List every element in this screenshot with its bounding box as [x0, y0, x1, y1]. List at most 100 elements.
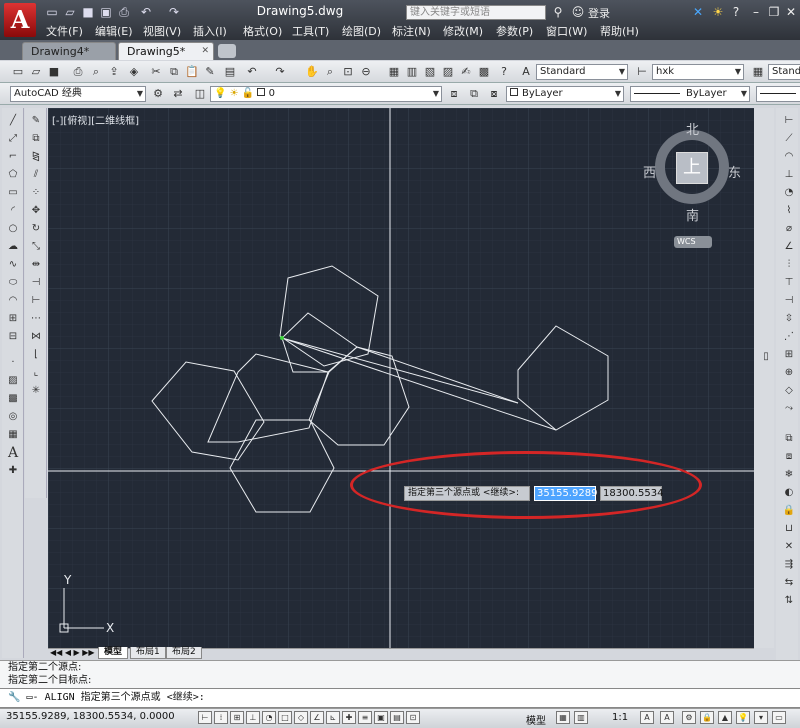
layer-merge-icon[interactable]: ⊔: [781, 522, 797, 536]
explode-icon[interactable]: ✳: [28, 384, 44, 398]
paste-icon[interactable]: 📋: [184, 64, 200, 80]
search-input[interactable]: 键入关键字或短语: [406, 5, 546, 20]
gradient-icon[interactable]: ▩: [5, 392, 21, 406]
help-bulb-icon[interactable]: ☀: [710, 4, 726, 20]
chamfer-icon[interactable]: ⌊: [28, 348, 44, 362]
workspace-switching-icon[interactable]: ⚙: [682, 711, 696, 724]
trim-icon[interactable]: ⊣: [28, 276, 44, 290]
auto-scale-icon[interactable]: A: [660, 711, 674, 724]
help-icon[interactable]: ?: [728, 4, 744, 20]
break-icon[interactable]: ⋯: [28, 312, 44, 326]
dim-break-icon[interactable]: ⋰: [781, 330, 797, 344]
polygon-icon[interactable]: ⬠: [5, 168, 21, 182]
compass-west[interactable]: 西: [643, 162, 656, 181]
annotation-scale[interactable]: 1:1: [612, 712, 628, 723]
extend-icon[interactable]: ⊢: [28, 294, 44, 308]
mtext-icon[interactable]: A: [5, 446, 21, 460]
jogged-icon[interactable]: ⌇: [781, 204, 797, 218]
publish-icon[interactable]: ⇪: [106, 64, 122, 80]
text-style-select[interactable]: Standard ▼: [536, 64, 628, 80]
quick-properties-icon[interactable]: ▤: [390, 711, 404, 724]
block-editor-icon[interactable]: ▤: [222, 64, 238, 80]
osnap-icon[interactable]: □: [278, 711, 292, 724]
aligned-dim-icon[interactable]: ⟋: [781, 132, 797, 146]
workspace-select[interactable]: AutoCAD 经典 ▼: [10, 86, 146, 102]
snap-icon[interactable]: ⁞: [214, 711, 228, 724]
layer-state-icon[interactable]: ⧇: [486, 86, 502, 102]
ellipse-arc-icon[interactable]: ◠: [5, 294, 21, 308]
status-menu-icon[interactable]: ▾: [754, 711, 768, 724]
layer-translate-icon[interactable]: ⇅: [781, 594, 797, 608]
close-tab-icon[interactable]: ✕: [201, 43, 209, 60]
array-icon[interactable]: ⁘: [28, 186, 44, 200]
menu-view[interactable]: 视图(V): [143, 23, 181, 39]
help-icon[interactable]: ?: [496, 64, 512, 80]
infer-constraints-icon[interactable]: ⊢: [198, 711, 212, 724]
dyn-icon[interactable]: ✚: [342, 711, 356, 724]
lock-ui-icon[interactable]: 🔒: [700, 711, 714, 724]
inspect-icon[interactable]: ◇: [781, 384, 797, 398]
properties-icon[interactable]: ▦: [386, 64, 402, 80]
quick-dim-icon[interactable]: ⫶: [781, 258, 797, 272]
wrench-icon[interactable]: 🔧: [8, 692, 20, 703]
dim-style-icon[interactable]: ⊢: [634, 64, 650, 80]
hatch-icon[interactable]: ▨: [5, 374, 21, 388]
layer-match-icon[interactable]: ⇆: [781, 576, 797, 590]
grid-icon[interactable]: ⊞: [230, 711, 244, 724]
color-select[interactable]: ByLayer ▼: [506, 86, 624, 102]
ducs-icon[interactable]: ⊾: [326, 711, 340, 724]
text-style-icon[interactable]: A: [518, 64, 534, 80]
continue-icon[interactable]: ⊣: [781, 294, 797, 308]
preview-icon[interactable]: ⌕: [88, 64, 104, 80]
menu-format[interactable]: 格式(O): [243, 23, 282, 39]
layer-unisolate-icon[interactable]: ⧈: [781, 450, 797, 464]
search-icon[interactable]: ⚲: [550, 4, 566, 20]
lineweight-select[interactable]: [756, 86, 800, 102]
line-icon[interactable]: ╱: [5, 114, 21, 128]
menu-draw[interactable]: 绘图(D): [342, 23, 381, 39]
radius-icon[interactable]: ◔: [781, 186, 797, 200]
move-icon[interactable]: ✥: [28, 204, 44, 218]
print-icon[interactable]: ⎙: [70, 64, 86, 80]
restore-icon[interactable]: ❐: [766, 4, 782, 20]
hardware-acceleration-icon[interactable]: ▲: [718, 711, 732, 724]
layer-freeze-icon[interactable]: ❄: [781, 468, 797, 482]
markup-icon[interactable]: ✍: [458, 64, 474, 80]
cut-icon[interactable]: ✂: [148, 64, 164, 80]
compass-east[interactable]: 东: [728, 162, 741, 181]
layer-previous-icon[interactable]: ⧉: [466, 86, 482, 102]
design-center-icon[interactable]: ▥: [404, 64, 420, 80]
3d-print-icon[interactable]: ◈: [126, 64, 142, 80]
3d-osnap-icon[interactable]: ◇: [294, 711, 308, 724]
revision-cloud-icon[interactable]: ☁: [5, 240, 21, 254]
compass-north[interactable]: 北: [686, 119, 699, 138]
dim-style-select[interactable]: hxk ▼: [652, 64, 744, 80]
jogged-linear-icon[interactable]: ⤳: [781, 402, 797, 416]
drawing-canvas[interactable]: Y X: [48, 108, 754, 648]
arc-length-icon[interactable]: ◠: [781, 150, 797, 164]
tab-model[interactable]: 模型: [98, 647, 129, 659]
workspace-settings-icon[interactable]: ⚙: [150, 86, 166, 102]
minimize-icon[interactable]: –: [748, 4, 764, 20]
copy-icon[interactable]: ⧉: [166, 64, 182, 80]
polar-icon[interactable]: ◔: [262, 711, 276, 724]
match-properties-icon[interactable]: ✎: [202, 64, 218, 80]
pan-icon[interactable]: ✋: [304, 64, 320, 80]
layer-delete-icon[interactable]: ✕: [781, 540, 797, 554]
menu-window[interactable]: 窗口(W): [546, 23, 587, 39]
user-icon[interactable]: ☺: [570, 4, 586, 20]
model-space-toggle[interactable]: 模型: [526, 712, 546, 727]
new-tab-button[interactable]: [218, 44, 236, 58]
polyline-icon[interactable]: ⌐: [5, 150, 21, 164]
layer-iso-icon[interactable]: ⧉: [781, 432, 797, 446]
open-icon[interactable]: ▱: [28, 64, 44, 80]
stretch-icon[interactable]: ⇹: [28, 258, 44, 272]
scroll-thumb[interactable]: ▯: [758, 350, 774, 364]
tool-palettes-icon[interactable]: ▧: [422, 64, 438, 80]
tab-drawing4[interactable]: Drawing4*: [22, 42, 116, 60]
zoom-window-icon[interactable]: ⊡: [340, 64, 356, 80]
transparency-icon[interactable]: ▣: [374, 711, 388, 724]
quick-view-drawings-icon[interactable]: ▥: [574, 711, 588, 724]
baseline-icon[interactable]: ⊤: [781, 276, 797, 290]
circle-icon[interactable]: ○: [5, 222, 21, 236]
